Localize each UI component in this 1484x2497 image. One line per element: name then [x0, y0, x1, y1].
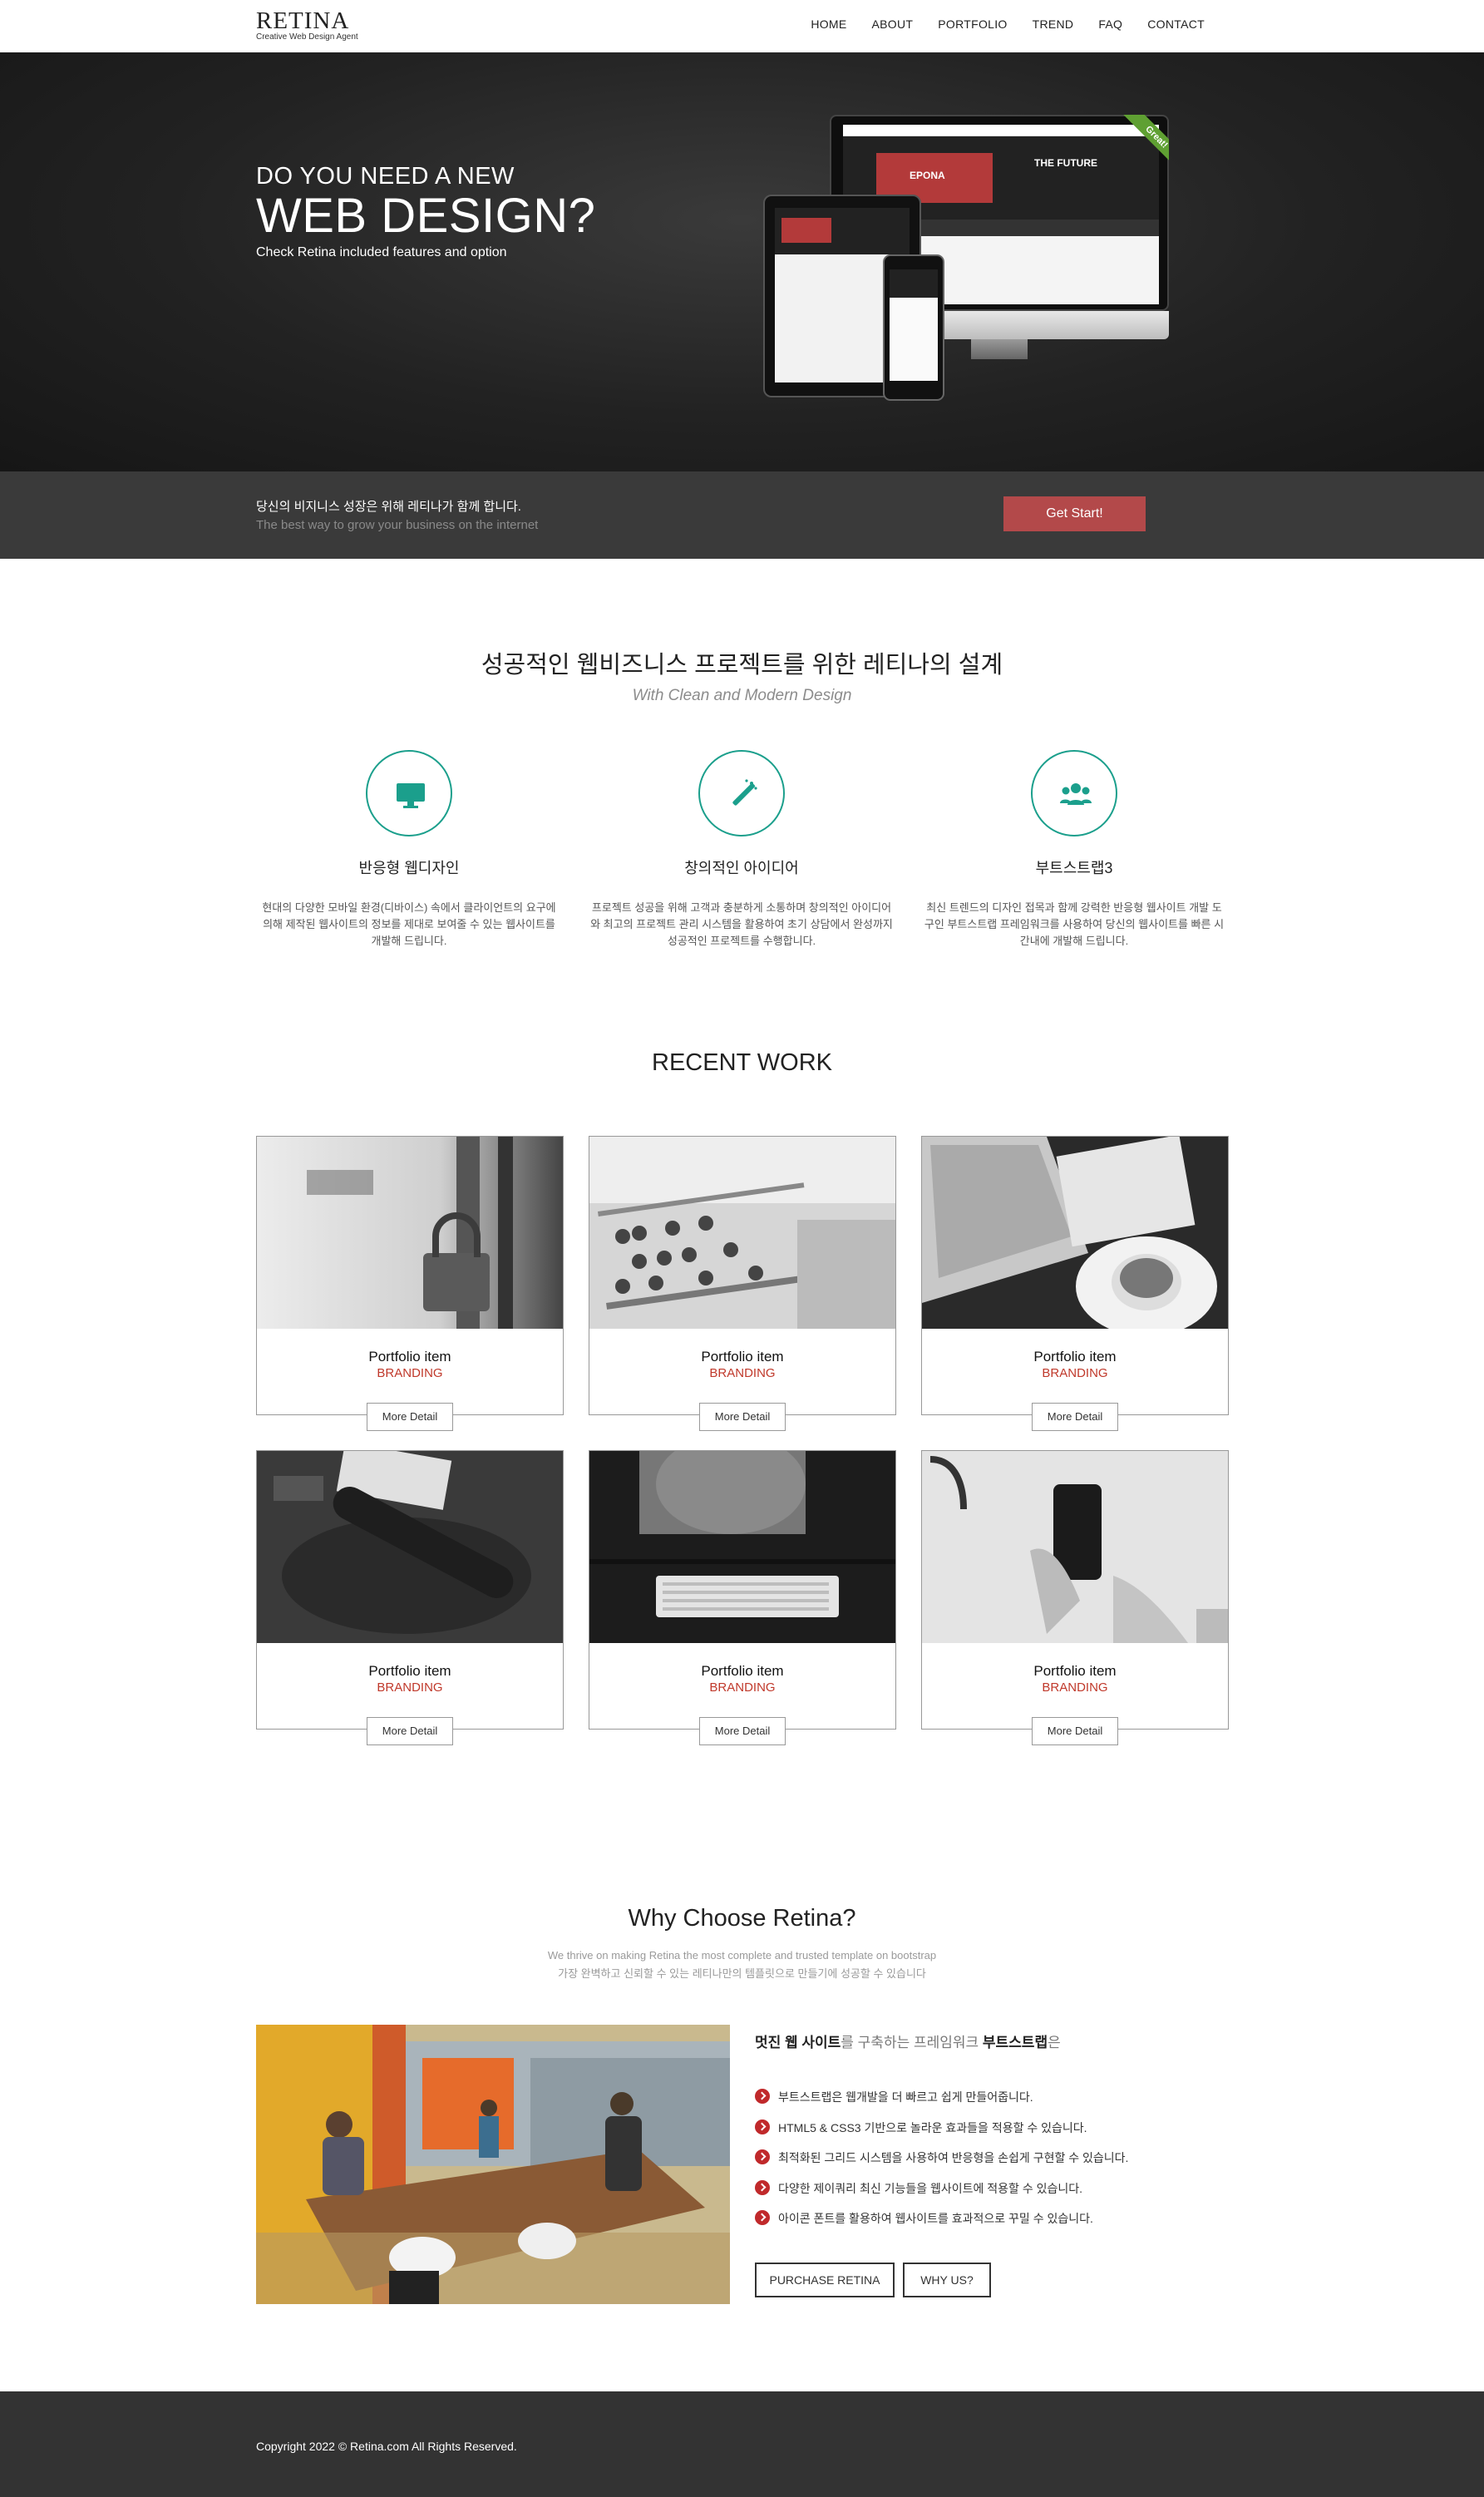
- padlock-photo: [257, 1137, 563, 1329]
- monitor-icon: [366, 750, 452, 836]
- portfolio-card: Portfolio item BRANDING More Detail: [921, 1450, 1229, 1745]
- nav-about[interactable]: ABOUT: [872, 17, 914, 31]
- feature-responsive: 반응형 웹디자인 현대의 다양한 모바일 환경(디바이스) 속에서 클라이언트의…: [254, 750, 564, 950]
- why-heading-a: 멋진 웹 사이트: [755, 2035, 841, 2050]
- feature-bootstrap: 부트스트랩3 최신 트렌드의 디자인 접목과 함께 강력한 반응형 웹사이트 개…: [919, 750, 1229, 950]
- portfolio-category: BRANDING: [1042, 1366, 1108, 1380]
- hero-title: WEB DESIGN?: [256, 189, 596, 243]
- logo-title: RETINA: [256, 7, 350, 34]
- more-detail-button[interactable]: More Detail: [367, 1403, 453, 1431]
- list-item: 부트스트랩은 웹개발을 더 빠르고 쉽게 만들어줍니다.: [755, 2089, 1128, 2119]
- feature-text: 최신 트렌드의 디자인 접목과 함께 강력한 반응형 웹사이트 개발 도구인 부…: [924, 901, 1225, 947]
- feature-title: 창의적인 아이디어: [684, 860, 799, 876]
- more-detail-button[interactable]: More Detail: [699, 1717, 786, 1745]
- logo[interactable]: RETINA Creative Web Design Agent: [256, 8, 358, 42]
- portfolio-card: Portfolio item BRANDING More Detail: [921, 1136, 1229, 1431]
- rolling-pin-photo: [257, 1451, 563, 1643]
- screen-brand: EPONA: [910, 170, 945, 181]
- footer: [0, 2391, 1484, 2497]
- hero-subtitle: Check Retina included features and optio…: [256, 245, 507, 259]
- why-heading-b: 를 구축하는 프레임워크: [841, 2035, 979, 2050]
- why-title: Why Choose Retina?: [628, 1905, 856, 1932]
- office-team-photo: [256, 2025, 730, 2304]
- device-phone-image: [883, 254, 944, 401]
- cta-strip: [0, 471, 1484, 559]
- portfolio-title: Portfolio item: [1033, 1663, 1117, 1679]
- copyright-text: Copyright 2022 © Retina.com All Rights R…: [256, 2440, 517, 2453]
- cta-text-kr: 당신의 비지니스 성장은 위해 레티나가 함께 합니다.: [256, 500, 521, 514]
- features-subtitle: With Clean and Modern Design: [632, 687, 852, 704]
- portfolio-title: Portfolio item: [368, 1349, 451, 1364]
- more-detail-button[interactable]: More Detail: [367, 1717, 453, 1745]
- cta-text-en: The best way to grow your business on th…: [256, 518, 539, 532]
- list-item: HTML5 & CSS3 기반으로 놀라운 효과들을 적용할 수 있습니다.: [755, 2119, 1128, 2150]
- abacus-photo: [589, 1137, 895, 1329]
- why-subtitle-en: We thrive on making Retina the most comp…: [547, 1949, 937, 1962]
- chevron-right-icon: [755, 2210, 770, 2225]
- portfolio-category: BRANDING: [709, 1366, 776, 1380]
- portfolio-title: Portfolio item: [701, 1349, 784, 1364]
- great-ribbon: Great!: [1117, 115, 1169, 167]
- nav-contact[interactable]: CONTACT: [1147, 17, 1205, 31]
- feature-text: 현대의 다양한 모바일 환경(디바이스) 속에서 클라이언트의 요구에 의해 제…: [262, 901, 556, 947]
- feature-text: 프로젝트 성공을 위해 고객과 충분하게 소통하며 창의적인 아이디어와 최고의…: [590, 901, 893, 947]
- main-nav: HOME ABOUT PORTFOLIO TREND FAQ CONTACT: [786, 17, 1205, 31]
- why-heading: 멋진 웹 사이트를 구축하는 프레임워크 부트스트랩은: [755, 2031, 1061, 2051]
- why-subtitle-kr: 가장 완벽하고 신뢰할 수 있는 레티나만의 템플릿으로 만들기에 성공할 수 …: [558, 1967, 926, 1980]
- nav-portfolio[interactable]: PORTFOLIO: [938, 17, 1007, 31]
- why-heading-c: 부트스트랩: [982, 2035, 1048, 2050]
- magic-wand-icon: [698, 750, 785, 836]
- hero-banner: [0, 52, 1484, 471]
- logo-subtitle: Creative Web Design Agent: [256, 32, 358, 42]
- why-us-button[interactable]: WHY US?: [903, 2263, 991, 2297]
- screen-headline: THE FUTURE: [1034, 157, 1097, 169]
- portfolio-title: Portfolio item: [1033, 1349, 1117, 1364]
- feature-title: 부트스트랩3: [1035, 860, 1113, 876]
- top-navbar: [0, 0, 1484, 52]
- feature-title: 반응형 웹디자인: [358, 860, 460, 876]
- portfolio-title: Portfolio item: [701, 1663, 784, 1679]
- nav-trend[interactable]: TREND: [1033, 17, 1074, 31]
- portfolio-card: Portfolio item BRANDING More Detail: [256, 1136, 564, 1431]
- users-icon: [1031, 750, 1117, 836]
- chevron-right-icon: [755, 2089, 770, 2104]
- portfolio-category: BRANDING: [709, 1680, 776, 1695]
- why-feature-list: 부트스트랩은 웹개발을 더 빠르고 쉽게 만들어줍니다. HTML5 & CSS…: [755, 2089, 1128, 2241]
- hero-text: DO YOU NEED A NEW WEB DESIGN? Check Reti…: [256, 163, 595, 260]
- purchase-retina-button[interactable]: PURCHASE RETINA: [755, 2263, 895, 2297]
- feature-creative: 창의적인 아이디어 프로젝트 성공을 위해 고객과 충분하게 소통하며 창의적인…: [587, 750, 896, 950]
- more-detail-button[interactable]: More Detail: [1032, 1403, 1118, 1431]
- get-start-button[interactable]: Get Start!: [1003, 496, 1146, 531]
- features-title: 성공적인 웹비즈니스 프로젝트를 위한 레티나의 설계: [481, 652, 1003, 679]
- chevron-right-icon: [755, 2179, 770, 2195]
- portfolio-card: Portfolio item BRANDING More Detail: [589, 1450, 896, 1745]
- nav-home[interactable]: HOME: [811, 17, 846, 31]
- why-heading-d: 은: [1048, 2035, 1061, 2050]
- list-item: 아이콘 폰트를 활용하여 웹사이트를 효과적으로 꾸밀 수 있습니다.: [755, 2210, 1128, 2241]
- nav-faq[interactable]: FAQ: [1098, 17, 1122, 31]
- more-detail-button[interactable]: More Detail: [1032, 1717, 1118, 1745]
- list-item: 최적화된 그리드 시스템을 사용하여 반응형을 손쉽게 구현할 수 있습니다.: [755, 2149, 1128, 2180]
- smartphone-photo: [922, 1451, 1228, 1643]
- chevron-right-icon: [755, 2149, 770, 2164]
- recent-work-title: RECENT WORK: [652, 1049, 832, 1076]
- portfolio-category: BRANDING: [1042, 1680, 1108, 1695]
- list-item: 다양한 제이쿼리 최신 기능들을 웹사이트에 적용할 수 있습니다.: [755, 2179, 1128, 2211]
- portfolio-category: BRANDING: [377, 1366, 443, 1380]
- chevron-right-icon: [755, 2119, 770, 2134]
- portfolio-card: Portfolio item BRANDING More Detail: [589, 1136, 896, 1431]
- keyboard-photo: [589, 1451, 895, 1643]
- laptop-coffee-photo: [922, 1137, 1228, 1329]
- hero-pretitle: DO YOU NEED A NEW: [256, 163, 515, 190]
- portfolio-category: BRANDING: [377, 1680, 443, 1695]
- portfolio-card: Portfolio item BRANDING More Detail: [256, 1450, 564, 1745]
- portfolio-title: Portfolio item: [368, 1663, 451, 1679]
- more-detail-button[interactable]: More Detail: [699, 1403, 786, 1431]
